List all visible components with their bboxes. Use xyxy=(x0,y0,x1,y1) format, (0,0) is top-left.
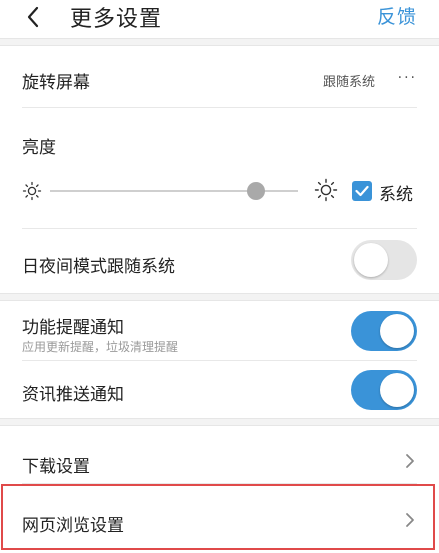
night-mode-label: 日夜间模式跟随系统 xyxy=(22,257,175,277)
section-divider xyxy=(0,418,439,426)
chevron-left-icon xyxy=(27,6,39,28)
news-push-label: 资讯推送通知 xyxy=(22,385,124,405)
slider-thumb[interactable] xyxy=(246,182,265,200)
divider xyxy=(22,107,417,108)
night-mode-toggle[interactable] xyxy=(351,240,417,280)
system-checkbox-label: 系统 xyxy=(379,185,413,205)
sun-small-icon xyxy=(22,181,42,201)
system-checkbox[interactable] xyxy=(352,181,372,201)
download-settings-label: 下载设置 xyxy=(22,457,90,477)
header: 更多设置 反馈 xyxy=(0,0,439,38)
toggle-knob xyxy=(380,373,414,407)
brightness-label: 亮度 xyxy=(22,138,56,158)
feature-notify-toggle[interactable] xyxy=(351,311,417,351)
highlight-box xyxy=(1,484,435,550)
rotate-screen-label: 旋转屏幕 xyxy=(22,73,90,93)
chevron-right-icon xyxy=(403,452,417,470)
rotate-screen-value: 跟随系统 xyxy=(322,75,375,90)
feature-notify-label: 功能提醒通知 xyxy=(22,318,124,338)
feature-notify-description: 应用更新提醒，垃圾清理提醒 xyxy=(22,340,179,354)
divider xyxy=(22,228,417,229)
more-options-button[interactable]: ··· xyxy=(398,70,417,86)
news-push-toggle[interactable] xyxy=(351,370,417,410)
feedback-button[interactable]: 反馈 xyxy=(377,2,417,29)
toggle-knob xyxy=(354,243,388,277)
section-divider xyxy=(0,38,439,46)
page-title: 更多设置 xyxy=(70,7,163,32)
section-divider xyxy=(0,293,439,301)
divider xyxy=(22,360,417,361)
back-button[interactable] xyxy=(22,3,44,31)
checkmark-icon xyxy=(355,185,369,197)
toggle-knob xyxy=(380,314,414,348)
sun-large-icon xyxy=(314,178,338,202)
